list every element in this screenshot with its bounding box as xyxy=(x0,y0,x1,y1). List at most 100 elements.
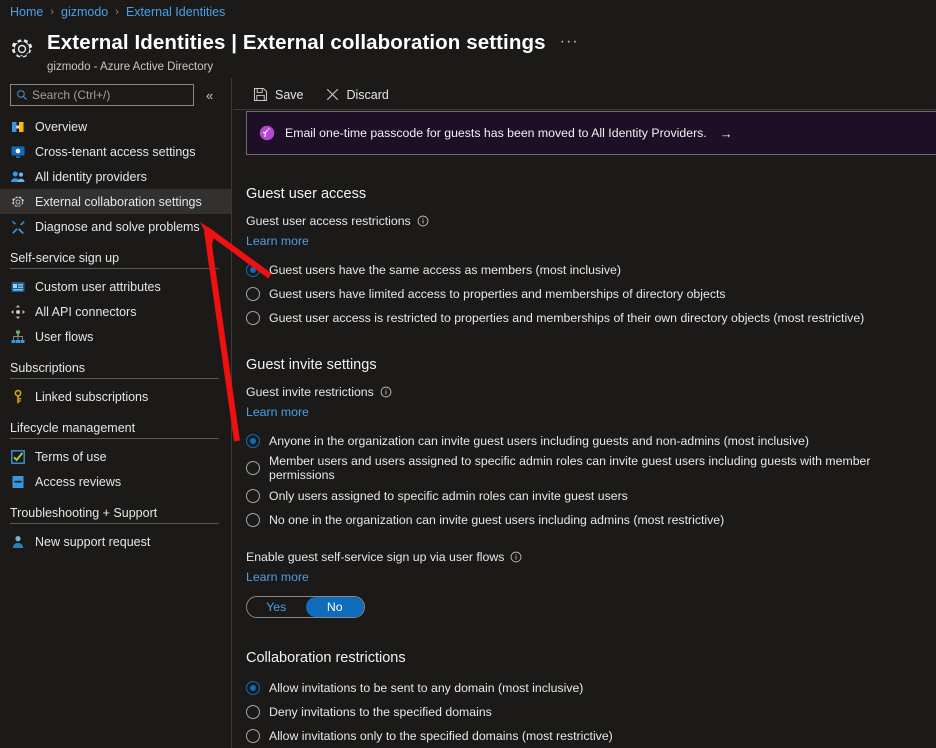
radio-row[interactable]: Only users assigned to specific admin ro… xyxy=(246,485,936,506)
sidebar-item-label: All identity providers xyxy=(35,169,147,184)
radio-row[interactable]: Guest user access is restricted to prope… xyxy=(246,307,936,328)
info-banner[interactable]: Email one-time passcode for guests has b… xyxy=(246,111,936,155)
radio-button[interactable] xyxy=(246,286,260,301)
sidebar-group-title-self-service-sign-up: Self-service sign up xyxy=(10,251,120,265)
section-title-guest-invite-settings: Guest invite settings xyxy=(246,357,377,373)
radio-label: Guest users have the same access as memb… xyxy=(269,262,621,277)
sidebar-divider xyxy=(10,268,219,269)
discard-button-label: Discard xyxy=(346,87,389,102)
sidebar-item-all-api-connectors[interactable]: All API connectors xyxy=(0,299,231,324)
section-title-guest-user-access: Guest user access xyxy=(246,186,367,202)
search-input[interactable] xyxy=(28,88,193,102)
breadcrumb-item-gizmodo[interactable]: gizmodo xyxy=(61,4,108,20)
sidebar-group-title-subscriptions: Subscriptions xyxy=(10,361,86,375)
sidebar-group-title-lifecycle-management: Lifecycle management xyxy=(10,421,136,435)
radio-label: Deny invitations to the specified domain… xyxy=(269,704,492,719)
page-title: External Identities | External collabora… xyxy=(47,31,546,54)
save-button[interactable]: Save xyxy=(247,84,313,105)
people-icon xyxy=(11,171,25,182)
radio-label: Only users assigned to specific admin ro… xyxy=(269,488,628,503)
radio-label: No one in the organization can invite gu… xyxy=(269,512,725,527)
sidebar-divider xyxy=(10,438,219,439)
field-label-text: Guest user access restrictions xyxy=(246,214,411,228)
radio-row[interactable]: Anyone in the organization can invite gu… xyxy=(246,430,936,451)
gear-icon xyxy=(11,39,33,58)
key-icon xyxy=(14,389,22,403)
breadcrumb-separator-icon: › xyxy=(115,6,119,18)
id-card-icon xyxy=(11,281,25,292)
breadcrumb: Home › gizmodo › External Identities xyxy=(10,4,225,20)
sidebar-item-label: All API connectors xyxy=(35,304,137,319)
radio-row[interactable]: Guest users have the same access as memb… xyxy=(246,259,936,280)
guest-user-access-radio-group: Guest users have the same access as memb… xyxy=(246,259,936,328)
breadcrumb-separator-icon: › xyxy=(50,6,55,18)
arrow-right-icon[interactable]: → xyxy=(720,126,733,141)
radio-button[interactable] xyxy=(246,262,260,277)
sidebar-item-custom-user-attributes[interactable]: Custom user attributes xyxy=(0,274,231,299)
sidebar-item-user-flows[interactable]: User flows xyxy=(0,324,231,349)
azure-portal-page: Home › gizmodo › External Identities Ext… xyxy=(0,0,936,748)
toggle-option-yes[interactable]: Yes xyxy=(247,597,306,617)
sidebar-item-label: External collaboration settings xyxy=(35,194,202,209)
save-disk-icon xyxy=(253,87,268,102)
radio-label: Anyone in the organization can invite gu… xyxy=(269,433,810,448)
checkbox-icon xyxy=(11,449,25,464)
sidebar-item-label: Custom user attributes xyxy=(35,279,161,294)
wrench-icon xyxy=(12,220,25,234)
discard-button[interactable]: Discard xyxy=(319,84,398,105)
radio-row[interactable]: Allow invitations to be sent to any doma… xyxy=(246,677,936,698)
sidebar-item-overview[interactable]: Overview xyxy=(0,114,231,139)
guest-invite-settings-section: Guest invite settings Guest invite restr… xyxy=(233,357,936,618)
radio-button[interactable] xyxy=(246,680,260,695)
radio-button[interactable] xyxy=(246,728,260,743)
info-icon[interactable] xyxy=(380,386,392,398)
learn-more-link-self-service[interactable]: Learn more xyxy=(246,570,309,584)
collaboration-restrictions-section: Collaboration restrictions Allow invitat… xyxy=(233,650,936,746)
breadcrumb-item-home[interactable]: Home xyxy=(10,4,43,20)
connector-icon xyxy=(11,304,25,319)
sidebar-item-terms-of-use[interactable]: Terms of use xyxy=(0,444,231,469)
radio-row[interactable]: Allow invitations only to the specified … xyxy=(246,725,936,746)
info-icon[interactable] xyxy=(510,551,522,563)
info-icon[interactable] xyxy=(417,215,429,227)
radio-label: Guest user access is restricted to prope… xyxy=(269,310,865,325)
sidebar-item-label: Diagnose and solve problems xyxy=(35,219,200,234)
sidebar-group-title-troubleshooting-support: Troubleshooting + Support xyxy=(10,506,158,520)
search-box[interactable] xyxy=(10,84,194,106)
radio-button[interactable] xyxy=(246,512,260,527)
collapse-sidebar-button[interactable]: « xyxy=(204,89,215,102)
learn-more-link-guest-invite[interactable]: Learn more xyxy=(246,405,309,419)
radio-button[interactable] xyxy=(246,488,260,503)
self-service-signup-toggle[interactable]: Yes No xyxy=(246,596,365,618)
field-label-text: Enable guest self-service sign up via us… xyxy=(246,550,505,564)
radio-row[interactable]: No one in the organization can invite gu… xyxy=(246,509,936,530)
sidebar-item-all-identity-providers[interactable]: All identity providers xyxy=(0,164,231,189)
sidebar-item-external-collaboration-settings[interactable]: External collaboration settings xyxy=(0,189,231,214)
sidebar-item-cross-tenant-access-settings[interactable]: Cross-tenant access settings xyxy=(0,139,231,164)
more-options-button[interactable]: ··· xyxy=(560,29,579,55)
learn-more-link-guest-user-access[interactable]: Learn more xyxy=(246,234,309,248)
close-x-icon xyxy=(326,88,338,101)
search-icon xyxy=(17,90,27,100)
radio-button[interactable] xyxy=(246,461,260,475)
radio-label: Allow invitations to be sent to any doma… xyxy=(269,680,584,695)
support-person-icon xyxy=(12,535,24,548)
radio-row[interactable]: Member users and users assigned to speci… xyxy=(246,454,936,482)
sidebar-item-access-reviews[interactable]: Access reviews xyxy=(0,469,231,494)
radio-button[interactable] xyxy=(246,433,260,448)
radio-row[interactable]: Guest users have limited access to prope… xyxy=(246,283,936,304)
sidebar-item-new-support-request[interactable]: New support request xyxy=(0,529,231,554)
sidebar-item-diagnose-and-solve-problems[interactable]: Diagnose and solve problems xyxy=(0,214,231,239)
radio-button[interactable] xyxy=(246,704,260,719)
sidebar-item-label: Overview xyxy=(35,119,88,134)
radio-row[interactable]: Deny invitations to the specified domain… xyxy=(246,701,936,722)
radio-button[interactable] xyxy=(246,310,260,325)
sidebar-item-label: New support request xyxy=(35,534,151,549)
sidebar-item-label: Access reviews xyxy=(35,474,122,489)
toggle-option-no[interactable]: No xyxy=(305,597,364,617)
sidebar-search-row: « xyxy=(0,78,231,106)
collaboration-restrictions-radio-group: Allow invitations to be sent to any doma… xyxy=(246,677,936,746)
breadcrumb-item-external-identities[interactable]: External Identities xyxy=(126,4,225,20)
sidebar-item-label: Cross-tenant access settings xyxy=(35,144,196,159)
sidebar-item-linked-subscriptions[interactable]: Linked subscriptions xyxy=(0,384,231,409)
